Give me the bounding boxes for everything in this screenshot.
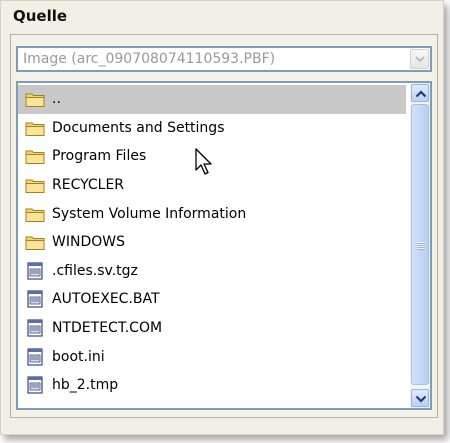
list-item[interactable]: .cfiles.sv.tgz <box>18 257 406 286</box>
list-item[interactable]: AUTOEXEC.BAT <box>18 285 406 314</box>
list-item[interactable]: WINDOWS <box>18 228 406 257</box>
list-item-label: boot.ini <box>52 348 105 365</box>
list-item-label: System Volume Information <box>52 205 247 222</box>
list-item[interactable]: .. <box>18 85 406 114</box>
chevron-up-icon <box>415 90 427 98</box>
list-item-label: .. <box>52 91 61 108</box>
list-item[interactable]: boot.ini <box>18 342 406 371</box>
list-item[interactable]: Documents and Settings <box>18 114 406 143</box>
scroll-up-button[interactable] <box>411 84 429 102</box>
list-item-label: Program Files <box>52 148 147 165</box>
file-icon <box>25 262 45 280</box>
list-item-label: hb_2.tmp <box>52 377 119 394</box>
list-item-label: NTDETECT.COM <box>52 320 163 337</box>
chevron-down-icon <box>415 395 427 403</box>
list-item-label: .cfiles.sv.tgz <box>52 262 138 279</box>
file-list-rows: .. Documents and Settings Program Files REC… <box>18 85 406 400</box>
folder-icon <box>25 233 45 251</box>
list-item-label: WINDOWS <box>52 234 125 251</box>
vertical-scrollbar[interactable] <box>410 83 430 408</box>
list-item-label: AUTOEXEC.BAT <box>52 291 160 308</box>
file-list[interactable]: .. Documents and Settings Program Files REC… <box>16 81 432 410</box>
file-icon <box>25 376 45 394</box>
chevron-down-icon <box>415 56 425 63</box>
list-item[interactable]: NTDETECT.COM <box>18 314 406 343</box>
folder-icon <box>25 176 45 194</box>
section-title: Quelle <box>13 7 68 25</box>
scrollbar-thumb[interactable] <box>411 104 429 385</box>
file-icon <box>25 290 45 309</box>
folder-icon <box>25 205 45 223</box>
list-item-label: RECYCLER <box>52 177 125 194</box>
list-item[interactable]: hb_2.tmp <box>18 371 406 400</box>
scrollbar-grip-icon <box>417 242 425 250</box>
source-select-value: Image (arc_090708074110593.PBF) <box>23 51 276 67</box>
dropdown-button[interactable] <box>410 49 429 69</box>
list-item[interactable]: System Volume Information <box>18 199 406 228</box>
source-select[interactable]: Image (arc_090708074110593.PBF) <box>16 46 432 72</box>
folder-icon <box>25 90 45 108</box>
folder-icon <box>25 147 45 165</box>
scroll-down-button[interactable] <box>411 389 429 407</box>
source-panel: Quelle Image (arc_090708074110593.PBF) .… <box>0 0 444 435</box>
folder-icon <box>25 119 45 137</box>
file-icon <box>25 319 45 337</box>
file-icon <box>25 348 45 366</box>
mouse-pointer-icon <box>195 148 212 175</box>
list-item-label: Documents and Settings <box>52 119 225 136</box>
source-groupbox: Image (arc_090708074110593.PBF) .. Docume… <box>10 34 438 418</box>
